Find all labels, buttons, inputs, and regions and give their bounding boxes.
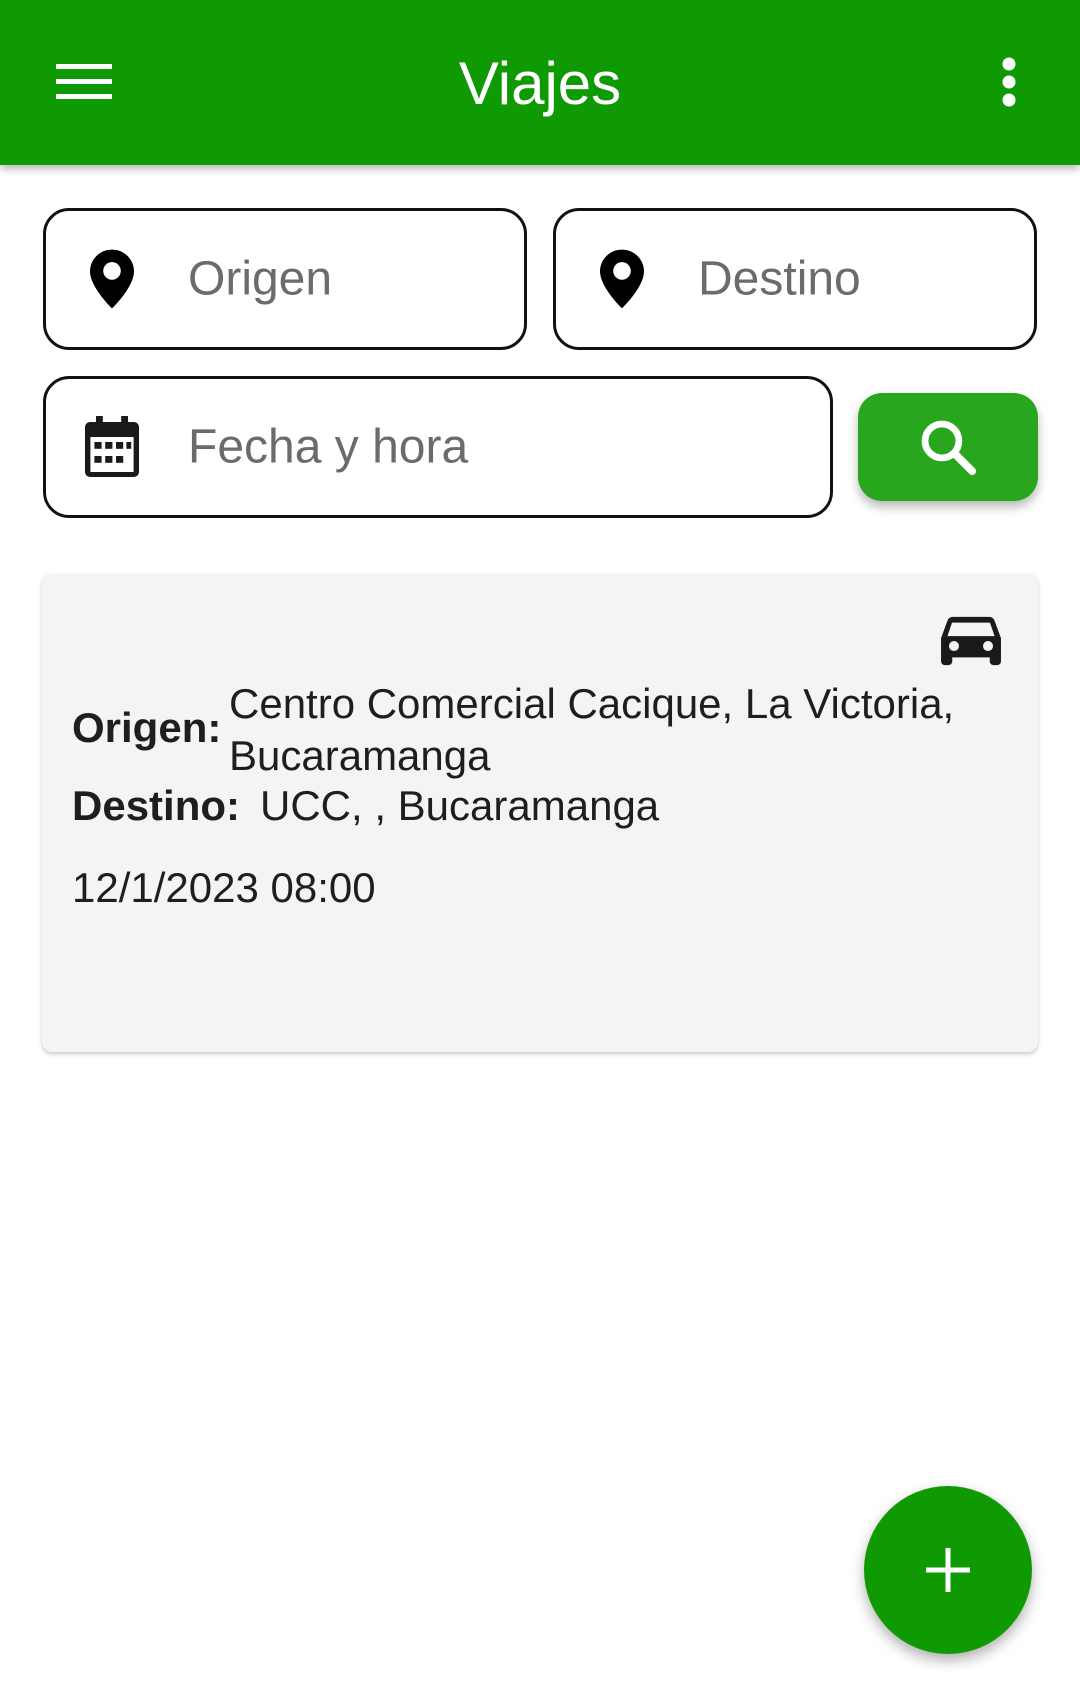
overflow-menu-button[interactable] xyxy=(970,45,1048,119)
search-icon xyxy=(921,420,977,476)
origen-value: Centro Comercial Cacique, La Victoria, B… xyxy=(229,680,955,779)
destino-label: Destino: xyxy=(72,782,240,829)
app-bar: Viajes xyxy=(0,0,1080,165)
calendar-icon xyxy=(84,415,140,479)
trip-card[interactable]: Origen: Centro Comercial Cacique, La Vic… xyxy=(42,574,1038,1052)
destino-placeholder: Destino xyxy=(698,252,861,306)
more-vert-icon xyxy=(1002,57,1016,107)
fecha-hora-placeholder: Fecha y hora xyxy=(188,420,469,474)
location-pin-icon xyxy=(84,247,140,311)
location-pin-icon xyxy=(594,247,650,311)
page-title: Viajes xyxy=(458,50,622,117)
plus-icon xyxy=(926,1548,970,1592)
origen-field[interactable]: Origen xyxy=(43,208,527,350)
destino-value: UCC, , Bucaramanga xyxy=(260,782,660,829)
origen-label: Origen: xyxy=(72,704,222,751)
trip-datetime: 12/1/2023 08:00 xyxy=(72,864,376,911)
search-button[interactable] xyxy=(858,393,1038,501)
fecha-hora-field[interactable]: Fecha y hora xyxy=(43,376,833,518)
origen-placeholder: Origen xyxy=(188,252,333,306)
destino-field[interactable]: Destino xyxy=(553,208,1037,350)
add-trip-button[interactable] xyxy=(864,1486,1032,1654)
car-icon xyxy=(941,616,1001,666)
